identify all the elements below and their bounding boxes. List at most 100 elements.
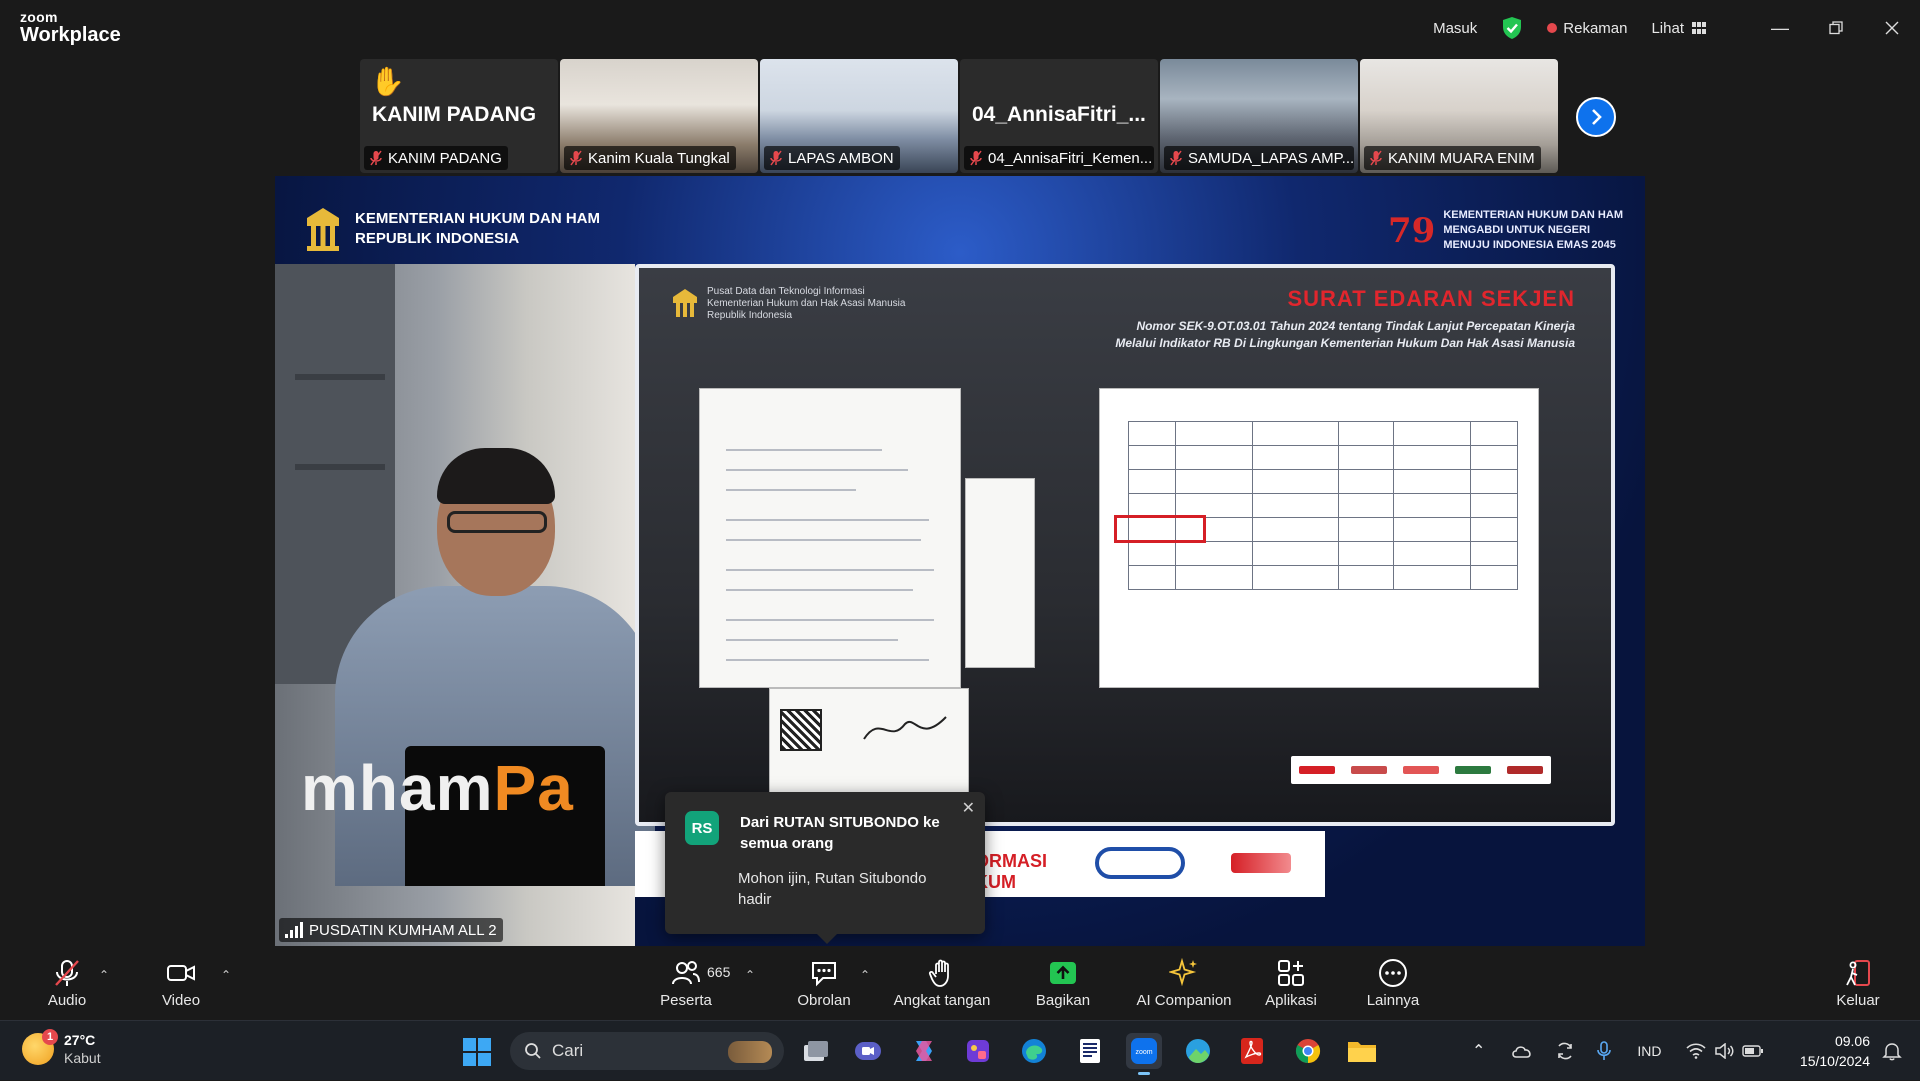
participant-tile[interactable]: ✋ KANIM PADANG KANIM PADANG bbox=[360, 59, 558, 173]
sync-icon[interactable] bbox=[1555, 1041, 1575, 1061]
wordmark-main: mham bbox=[301, 752, 494, 824]
taskbar-search[interactable]: Cari bbox=[510, 1032, 784, 1070]
restore-button[interactable] bbox=[1808, 0, 1864, 56]
start-button[interactable] bbox=[463, 1038, 491, 1066]
participant-tile[interactable]: KANIM MUARA ENIM bbox=[1360, 59, 1558, 173]
participant-tile[interactable]: Kanim Kuala Tungkal bbox=[560, 59, 758, 173]
participant-name: KANIM PADANG bbox=[388, 149, 502, 167]
brand-bottom: Workplace bbox=[20, 24, 121, 46]
participant-tile[interactable]: SAMUDA_LAPAS AMP... bbox=[1160, 59, 1358, 173]
apps-button[interactable]: Aplikasi bbox=[1262, 946, 1320, 1020]
participant-label: KANIM MUARA ENIM bbox=[1364, 146, 1541, 170]
notification-bell-icon[interactable] bbox=[1882, 1041, 1902, 1061]
next-page-button[interactable] bbox=[1576, 97, 1616, 137]
view-button[interactable]: Lihat bbox=[1651, 20, 1706, 37]
input-language[interactable]: IND bbox=[1637, 1043, 1661, 1059]
presentation-screen: Pusat Data dan Teknologi Informasi Kemen… bbox=[635, 264, 1615, 826]
weather-widget[interactable]: 1 27°C Kabut bbox=[22, 1029, 101, 1067]
participants-label: Peserta bbox=[660, 991, 712, 1009]
ai-companion-label: AI Companion bbox=[1136, 991, 1232, 1009]
more-button[interactable]: Lainnya bbox=[1366, 946, 1420, 1020]
weather-condition: Kabut bbox=[64, 1050, 101, 1066]
participant-big-name: 04_AnnisaFitri_... bbox=[972, 103, 1146, 126]
edge-browser-button[interactable] bbox=[1016, 1033, 1052, 1069]
audio-button[interactable]: Audio bbox=[42, 946, 92, 1020]
minimize-button[interactable]: — bbox=[1752, 0, 1808, 56]
close-icon bbox=[1885, 21, 1899, 35]
participants-button[interactable]: Peserta bbox=[660, 946, 712, 1020]
design-app-button[interactable] bbox=[960, 1033, 996, 1069]
masuk-button[interactable]: Masuk bbox=[1433, 20, 1477, 37]
wifi-icon[interactable] bbox=[1685, 1043, 1706, 1059]
file-explorer-button[interactable] bbox=[1344, 1033, 1380, 1069]
raise-hand-icon bbox=[928, 959, 949, 987]
shelf bbox=[295, 464, 385, 470]
mic-muted-icon bbox=[570, 150, 582, 166]
security-shield-icon[interactable] bbox=[1501, 16, 1523, 40]
task-view-button[interactable] bbox=[798, 1033, 834, 1069]
participant-label: LAPAS AMBON bbox=[764, 146, 900, 170]
recording-indicator[interactable]: Rekaman bbox=[1547, 20, 1627, 37]
active-speaker-name: PUSDATIN KUMHAM ALL 2 bbox=[309, 921, 497, 939]
taskbar-clock[interactable]: 09.06 15/10/2024 bbox=[1800, 1031, 1870, 1071]
ai-companion-button[interactable]: AI Companion bbox=[1132, 946, 1236, 1020]
chat-label: Obrolan bbox=[797, 991, 851, 1009]
participant-name: KANIM MUARA ENIM bbox=[1388, 149, 1535, 167]
pdf-app-icon bbox=[1241, 1038, 1263, 1064]
pusdatin-line-2: Kementerian Hukum dan Hak Asasi Manusia bbox=[707, 298, 906, 309]
show-hidden-icons-button[interactable]: ⌃ bbox=[1472, 1041, 1485, 1061]
windows-logo-icon bbox=[478, 1053, 491, 1066]
participants-options-caret-icon[interactable]: ⌃ bbox=[745, 968, 755, 982]
chevron-right-icon bbox=[1592, 109, 1602, 125]
microphone-icon[interactable] bbox=[1597, 1041, 1612, 1061]
chat-bubble-icon bbox=[812, 961, 836, 986]
close-window-button[interactable] bbox=[1864, 0, 1920, 56]
apps-label: Aplikasi bbox=[1265, 991, 1317, 1009]
chrome-browser-button[interactable] bbox=[1290, 1033, 1326, 1069]
share-screen-button[interactable]: Bagikan bbox=[1034, 946, 1092, 1020]
raise-hand-label: Angkat tangan bbox=[893, 991, 991, 1009]
volume-icon[interactable] bbox=[1714, 1043, 1734, 1059]
photos-app-icon bbox=[1186, 1039, 1210, 1063]
weather-sun-icon: 1 bbox=[22, 1029, 58, 1065]
audio-options-caret-icon[interactable]: ⌃ bbox=[99, 968, 109, 982]
chat-options-caret-icon[interactable]: ⌃ bbox=[860, 968, 870, 982]
battery-icon[interactable] bbox=[1741, 1045, 1764, 1057]
more-options-icon bbox=[1379, 958, 1407, 987]
edge-browser-icon bbox=[1022, 1039, 1046, 1063]
windows-logo-icon bbox=[478, 1038, 491, 1051]
follow-up-table-page bbox=[1099, 388, 1539, 688]
anniversary-banner: 79 KEMENTERIAN HUKUM DAN HAM MENGABDI UN… bbox=[1388, 208, 1623, 253]
minimize-icon: — bbox=[1771, 17, 1789, 38]
copilot-app-button[interactable] bbox=[906, 1033, 942, 1069]
temperature: 27°C bbox=[64, 1032, 96, 1048]
participants-count: 665 bbox=[707, 964, 731, 980]
close-notification-button[interactable]: ✕ bbox=[962, 798, 975, 818]
photos-app-button[interactable] bbox=[1180, 1033, 1216, 1069]
grid-view-icon bbox=[1692, 22, 1706, 34]
participant-tile[interactable]: 04_AnnisaFitri_... 04_AnnisaFitri_Kemen.… bbox=[960, 59, 1158, 173]
chat-sender: Dari RUTAN SITUBONDO ke semua orang bbox=[740, 814, 940, 852]
speaker-glasses bbox=[447, 511, 547, 533]
ministry-emblem-icon bbox=[307, 208, 339, 251]
video-button[interactable]: Video bbox=[156, 946, 206, 1020]
participant-tile[interactable]: LAPAS AMBON bbox=[760, 59, 958, 173]
meet-app-button[interactable] bbox=[850, 1033, 886, 1069]
participant-big-name: KANIM PADANG bbox=[372, 103, 537, 126]
video-options-caret-icon[interactable]: ⌃ bbox=[221, 968, 231, 982]
chat-button[interactable]: Obrolan bbox=[794, 946, 854, 1020]
onedrive-cloud-icon[interactable] bbox=[1511, 1043, 1533, 1059]
participants-icon bbox=[672, 960, 700, 984]
zoom-app-button[interactable]: zoom bbox=[1126, 1033, 1162, 1075]
slide-subtitle-line-2: Melalui Indikator RB Di Lingkungan Kemen… bbox=[1115, 336, 1575, 350]
leave-meeting-button[interactable]: Keluar bbox=[1832, 946, 1884, 1020]
reader-app-button[interactable] bbox=[1072, 1033, 1108, 1069]
banner-line-3: MENUJU INDONESIA EMAS 2045 bbox=[1443, 239, 1616, 251]
partner-logos-strip bbox=[1291, 756, 1551, 784]
raise-hand-button[interactable]: Angkat tangan bbox=[888, 946, 996, 1020]
pdf-app-button[interactable] bbox=[1234, 1033, 1270, 1069]
chat-notification[interactable]: RS Dari RUTAN SITUBONDO ke semua orang M… bbox=[665, 792, 985, 944]
windows-taskbar: 1 27°C Kabut Cari zoom ⌃ IND 09.06 15/10… bbox=[0, 1020, 1920, 1080]
participant-name: 04_AnnisaFitri_Kemen... bbox=[988, 149, 1153, 167]
mic-muted-icon bbox=[370, 150, 382, 166]
